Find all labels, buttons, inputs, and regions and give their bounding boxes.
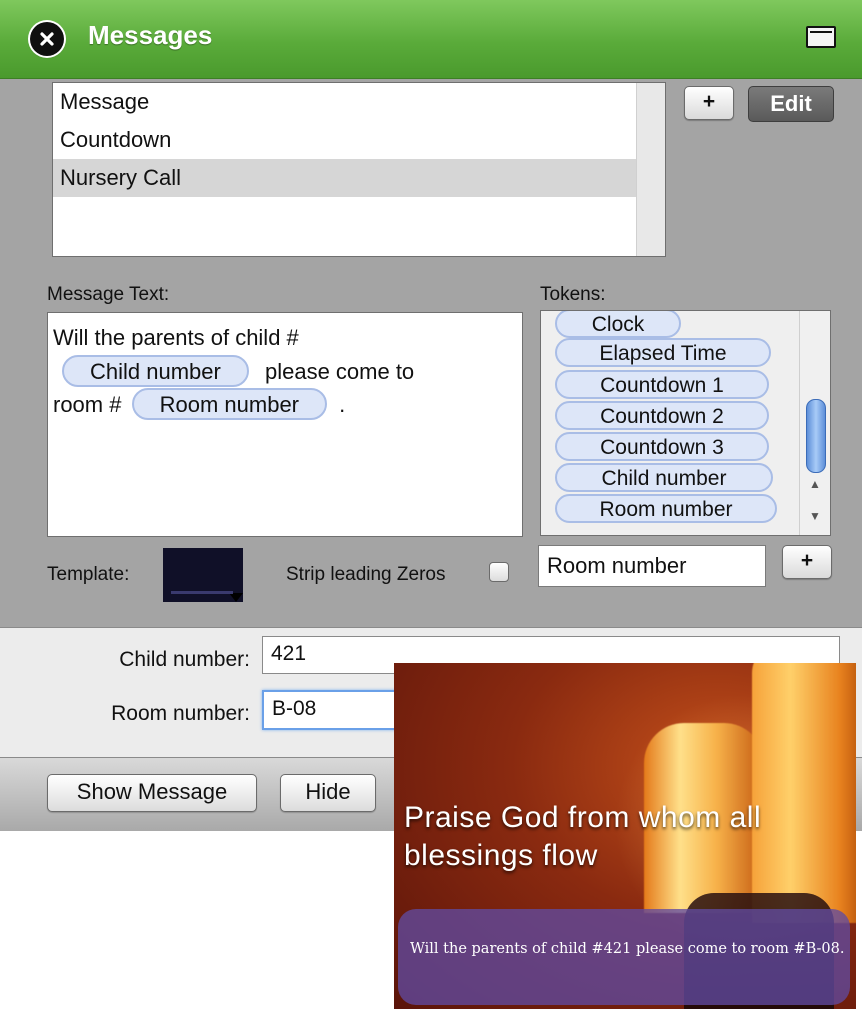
token-item[interactable]: Countdown 2 [555, 401, 769, 430]
output-preview: Praise God from whom all blessings flow … [394, 663, 856, 1009]
new-token-input[interactable]: Room number [538, 545, 766, 587]
strip-zeros-label: Strip leading Zeros [286, 564, 446, 585]
dropdown-arrow-icon [229, 593, 243, 602]
edit-button[interactable]: Edit [748, 86, 834, 122]
message-text-fragment: . [339, 392, 346, 417]
window-toggle-icon[interactable] [806, 26, 836, 48]
add-token-button[interactable]: + [782, 545, 832, 579]
tokens-label: Tokens: [540, 284, 606, 305]
candle-image [752, 663, 856, 923]
child-number-label: Child number: [119, 648, 250, 671]
tokens-list[interactable]: Clock Elapsed Time Countdown 1 Countdown… [540, 310, 831, 536]
token-item[interactable]: Countdown 1 [555, 370, 769, 399]
add-message-button[interactable]: + [684, 86, 734, 120]
message-text-editor[interactable]: Will the parents of child # Child number… [47, 312, 523, 537]
list-item[interactable]: Countdown [53, 121, 637, 159]
list-item-selected[interactable]: Nursery Call [53, 159, 637, 197]
message-text-fragment: please come to [264, 359, 415, 384]
token-item[interactable]: Clock [555, 311, 681, 338]
message-text-fragment: room # [53, 392, 122, 417]
token-room-number[interactable]: Room number [131, 388, 327, 420]
token-child-number[interactable]: Child number [62, 355, 249, 387]
window-title: Messages [88, 20, 213, 50]
scroll-up-icon[interactable]: ▲ [809, 477, 821, 491]
message-text-line: Child number please come to [62, 355, 414, 387]
token-item[interactable]: Child number [555, 463, 773, 492]
close-icon[interactable] [30, 22, 64, 56]
overlay-message-text: Will the parents of child #421 please co… [410, 941, 845, 957]
scroll-down-icon[interactable]: ▼ [809, 509, 821, 523]
message-text-line: Will the parents of child # [53, 325, 299, 350]
show-message-button[interactable]: Show Message [47, 774, 257, 812]
strip-zeros-checkbox[interactable] [489, 562, 509, 582]
title-bar[interactable]: Messages [0, 0, 862, 79]
message-text-label: Message Text: [47, 284, 170, 305]
message-text-line: room # Room number . [53, 388, 345, 420]
list-scrollbar[interactable] [636, 83, 665, 256]
template-label: Template: [47, 564, 130, 585]
scroll-thumb[interactable] [806, 399, 826, 473]
token-item[interactable]: Room number [555, 494, 777, 523]
room-number-label: Room number: [111, 702, 250, 725]
message-list[interactable]: Message Countdown Nursery Call [52, 82, 666, 257]
token-item[interactable]: Elapsed Time [555, 338, 771, 367]
template-thumbnail[interactable] [163, 548, 243, 602]
tokens-scrollbar[interactable]: ▲ ▼ [799, 311, 830, 535]
message-overlay: Will the parents of child #421 please co… [398, 909, 850, 1005]
list-item[interactable]: Message [53, 83, 637, 121]
hide-button[interactable]: Hide [280, 774, 376, 812]
token-item[interactable]: Countdown 3 [555, 432, 769, 461]
preview-headline: Praise God from whom all blessings flow [404, 801, 762, 872]
